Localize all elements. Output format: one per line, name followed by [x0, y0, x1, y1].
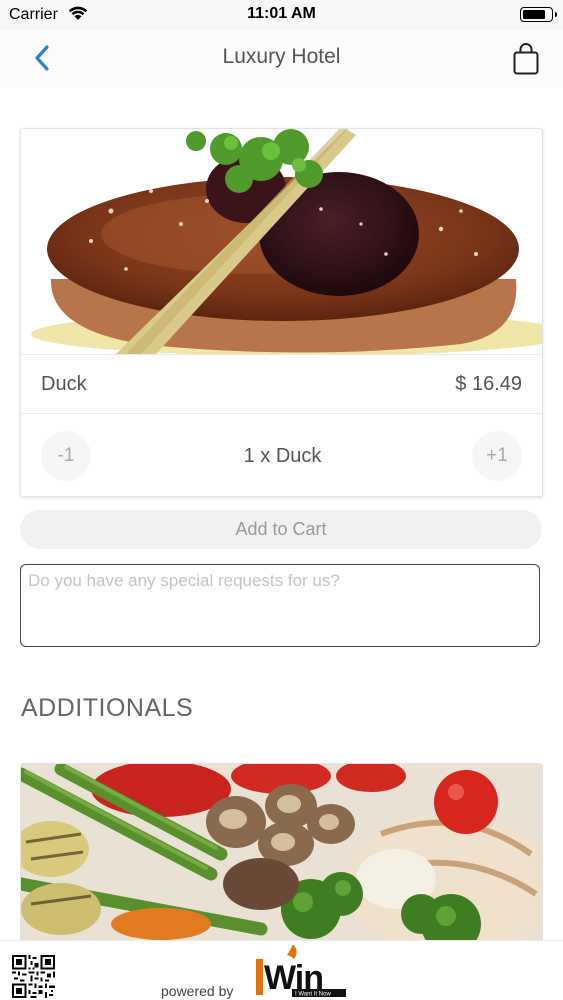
- powered-by-label: powered by: [161, 983, 234, 999]
- cart-button[interactable]: [509, 40, 543, 78]
- footer: powered by Win I Want It Now: [0, 940, 563, 1000]
- nav-bar: Luxury Hotel: [0, 30, 563, 88]
- product-name: Duck: [41, 373, 87, 395]
- shopping-bag-icon: [513, 43, 539, 75]
- product-card: Duck $ 16.49 -1 1 x Duck +1: [20, 128, 543, 497]
- add-to-cart-button[interactable]: Add to Cart: [20, 510, 542, 549]
- increase-quantity-button[interactable]: +1: [472, 431, 522, 481]
- status-bar: Carrier 11:01 AM: [0, 0, 563, 30]
- status-time: 11:01 AM: [247, 5, 316, 22]
- special-requests-input[interactable]: [20, 564, 540, 647]
- quantity-summary: 1 x Duck: [243, 445, 322, 467]
- svg-text:I Want It Now: I Want It Now: [295, 992, 331, 998]
- additional-item-card[interactable]: [20, 763, 543, 943]
- quantity-stepper: -1 1 x Duck +1: [21, 414, 542, 496]
- battery-level: [523, 10, 545, 19]
- additional-item-image: [21, 764, 542, 942]
- iwin-logo[interactable]: Win I Want It Now: [254, 945, 350, 999]
- battery-icon: [520, 7, 557, 22]
- page-title: Luxury Hotel: [222, 45, 341, 68]
- product-price: $ 16.49: [455, 373, 522, 395]
- product-info-row: Duck $ 16.49: [21, 354, 542, 414]
- additionals-heading: ADDITIONALS: [21, 694, 194, 722]
- product-image: [21, 129, 542, 354]
- qr-code-icon[interactable]: [12, 955, 55, 998]
